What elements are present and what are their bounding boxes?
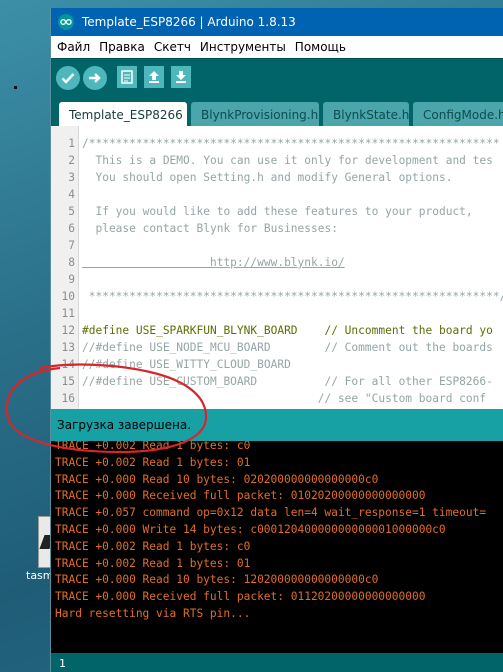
console-line: TRACE +0.002 Read 1 bytes: 01 bbox=[55, 455, 251, 469]
save-icon bbox=[176, 71, 186, 83]
arduino-logo-icon bbox=[58, 14, 74, 30]
console-line: TRACE +0.000 Read 10 bytes: 120200000000… bbox=[55, 573, 379, 587]
upload-icon bbox=[89, 73, 101, 83]
console-line: TRACE +0.000 Received full packet: 01020… bbox=[55, 489, 426, 503]
code-text: //#define USE_CUSTOM_BOARD // For all ot… bbox=[82, 375, 493, 388]
tab-configmode[interactable]: ConfigMode.h bbox=[413, 102, 503, 126]
tab-template-esp8266[interactable]: Template_ESP8266 bbox=[59, 102, 187, 126]
title-bar[interactable]: Template_ESP8266 | Arduino 1.8.13 bbox=[51, 8, 503, 36]
console-line: TRACE +0.002 Read 1 bytes: 01 bbox=[55, 556, 251, 570]
open-button[interactable] bbox=[144, 66, 164, 88]
code-line: 14 //#define USE_WITTY_CLOUD_BOARD bbox=[51, 356, 503, 373]
code-line: 10 *************************************… bbox=[51, 288, 503, 305]
menu-sketch[interactable]: Скетч bbox=[154, 40, 191, 54]
code-line: 11 bbox=[51, 305, 503, 322]
bottom-status-bar: 1 bbox=[51, 653, 503, 672]
console-line: TRACE +0.057 command op=0x12 data len=4 … bbox=[55, 506, 487, 520]
new-icon bbox=[121, 70, 133, 84]
line-number: 8 bbox=[68, 256, 75, 269]
toolbar bbox=[51, 58, 503, 99]
console-line: TRACE +0.000 Write 14 bytes: c0001204000… bbox=[55, 523, 446, 536]
line-number: 1 bbox=[68, 137, 75, 150]
tab-bar: Template_ESP8266 BlynkProvisioning.h Bly… bbox=[51, 98, 503, 126]
code-text: This is a DEMO. You can use it only for … bbox=[82, 154, 493, 167]
code-line: 15 //#define USE_CUSTOM_BOARD // For all … bbox=[51, 373, 503, 390]
line-number: 2 bbox=[68, 154, 75, 167]
output-console[interactable]: TRACE +0.002 Read 1 bytes: c0 TRACE +0.00… bbox=[51, 441, 503, 653]
line-number: 9 bbox=[68, 273, 75, 286]
code-line: 7 bbox=[51, 237, 503, 254]
line-number: 16 bbox=[61, 392, 75, 405]
code-line: 3 You should open Setting.h and modify G… bbox=[51, 169, 503, 186]
code-line: 1 /**************************************… bbox=[51, 135, 503, 152]
code-line: 4 bbox=[51, 186, 503, 203]
window-title: Template_ESP8266 | Arduino 1.8.13 bbox=[82, 15, 296, 29]
line-number: 11 bbox=[61, 307, 75, 320]
tab-blynkstate[interactable]: BlynkState.h bbox=[323, 102, 409, 126]
cursor-line-number: 1 bbox=[59, 657, 66, 670]
line-number: 14 bbox=[61, 358, 75, 371]
line-number: 13 bbox=[61, 341, 75, 354]
line-number: 15 bbox=[61, 375, 75, 388]
console-line: TRACE +0.000 Received full packet: 01120… bbox=[55, 590, 426, 604]
code-line: 6 please contact Blynk for Businesses: bbox=[51, 220, 503, 237]
code-text: /***************************************… bbox=[82, 137, 500, 150]
code-line: 13 //#define USE_NODE_MCU_BOARD // Commen… bbox=[51, 339, 503, 356]
menu-help[interactable]: Помощь bbox=[295, 40, 346, 54]
console-line: TRACE +0.002 Read 1 bytes: c0 bbox=[55, 539, 251, 553]
upload-button[interactable] bbox=[83, 66, 107, 90]
code-line: 12 #define USE_SPARKFUN_BLYNK_BOARD // Un… bbox=[51, 322, 503, 339]
save-button[interactable] bbox=[171, 66, 191, 88]
console-line: TRACE +0.000 Read 10 bytes: 020200000000… bbox=[55, 472, 379, 486]
code-text: // see "Custom board conf bbox=[82, 392, 487, 405]
verify-icon bbox=[61, 73, 75, 84]
menu-file[interactable]: Файл bbox=[57, 40, 90, 54]
console-line: Hard resetting via RTS pin... bbox=[55, 607, 251, 620]
line-number: 3 bbox=[68, 171, 75, 184]
arduino-window: Template_ESP8266 | Arduino 1.8.13 Файл П… bbox=[50, 8, 503, 672]
verify-button[interactable] bbox=[56, 66, 80, 90]
code-text: //#define USE_NODE_MCU_BOARD // Comment … bbox=[82, 341, 493, 354]
line-number: 5 bbox=[68, 205, 75, 218]
tab-blynkprovisioning[interactable]: BlynkProvisioning.h bbox=[191, 102, 319, 126]
code-line: 2 This is a DEMO. You can use it only fo… bbox=[51, 152, 503, 169]
menu-edit[interactable]: Правка bbox=[99, 40, 145, 54]
menu-bar: Файл Правка Скетч Инструменты Помощь bbox=[51, 36, 503, 58]
code-text: If you would like to add these features … bbox=[82, 205, 473, 218]
code-line: 8 http://www.blynk.io/ bbox=[51, 254, 503, 271]
code-line: 16 // see "Custom board conf bbox=[51, 390, 503, 407]
code-text: You should open Setting.h and modify Gen… bbox=[82, 171, 453, 184]
code-line: 9 bbox=[51, 271, 503, 288]
code-editor[interactable]: 1 /**************************************… bbox=[51, 126, 503, 409]
desktop-dot bbox=[14, 86, 17, 89]
code-line: 5 If you would like to add these feature… bbox=[51, 203, 503, 220]
code-text: please contact Blynk for Businesses: bbox=[82, 222, 338, 235]
status-message: Загрузка завершена. bbox=[57, 418, 192, 432]
code-text: #define USE_SPARKFUN_BLYNK_BOARD // Unco… bbox=[82, 324, 493, 337]
new-button[interactable] bbox=[117, 66, 137, 88]
code-text: http://www.blynk.io/ bbox=[82, 256, 345, 269]
code-text: //#define USE_WITTY_CLOUD_BOARD bbox=[82, 358, 291, 371]
status-bar: Загрузка завершена. bbox=[51, 409, 503, 441]
line-number: 12 bbox=[61, 324, 75, 337]
menu-tools[interactable]: Инструменты bbox=[200, 40, 286, 54]
console-line: TRACE +0.002 Read 1 bytes: c0 bbox=[55, 441, 251, 452]
code-text: ****************************************… bbox=[82, 290, 503, 303]
line-number: 4 bbox=[68, 188, 75, 201]
line-number: 10 bbox=[61, 290, 75, 303]
line-number: 6 bbox=[68, 222, 75, 235]
open-icon bbox=[149, 71, 159, 83]
line-number: 7 bbox=[68, 239, 75, 252]
